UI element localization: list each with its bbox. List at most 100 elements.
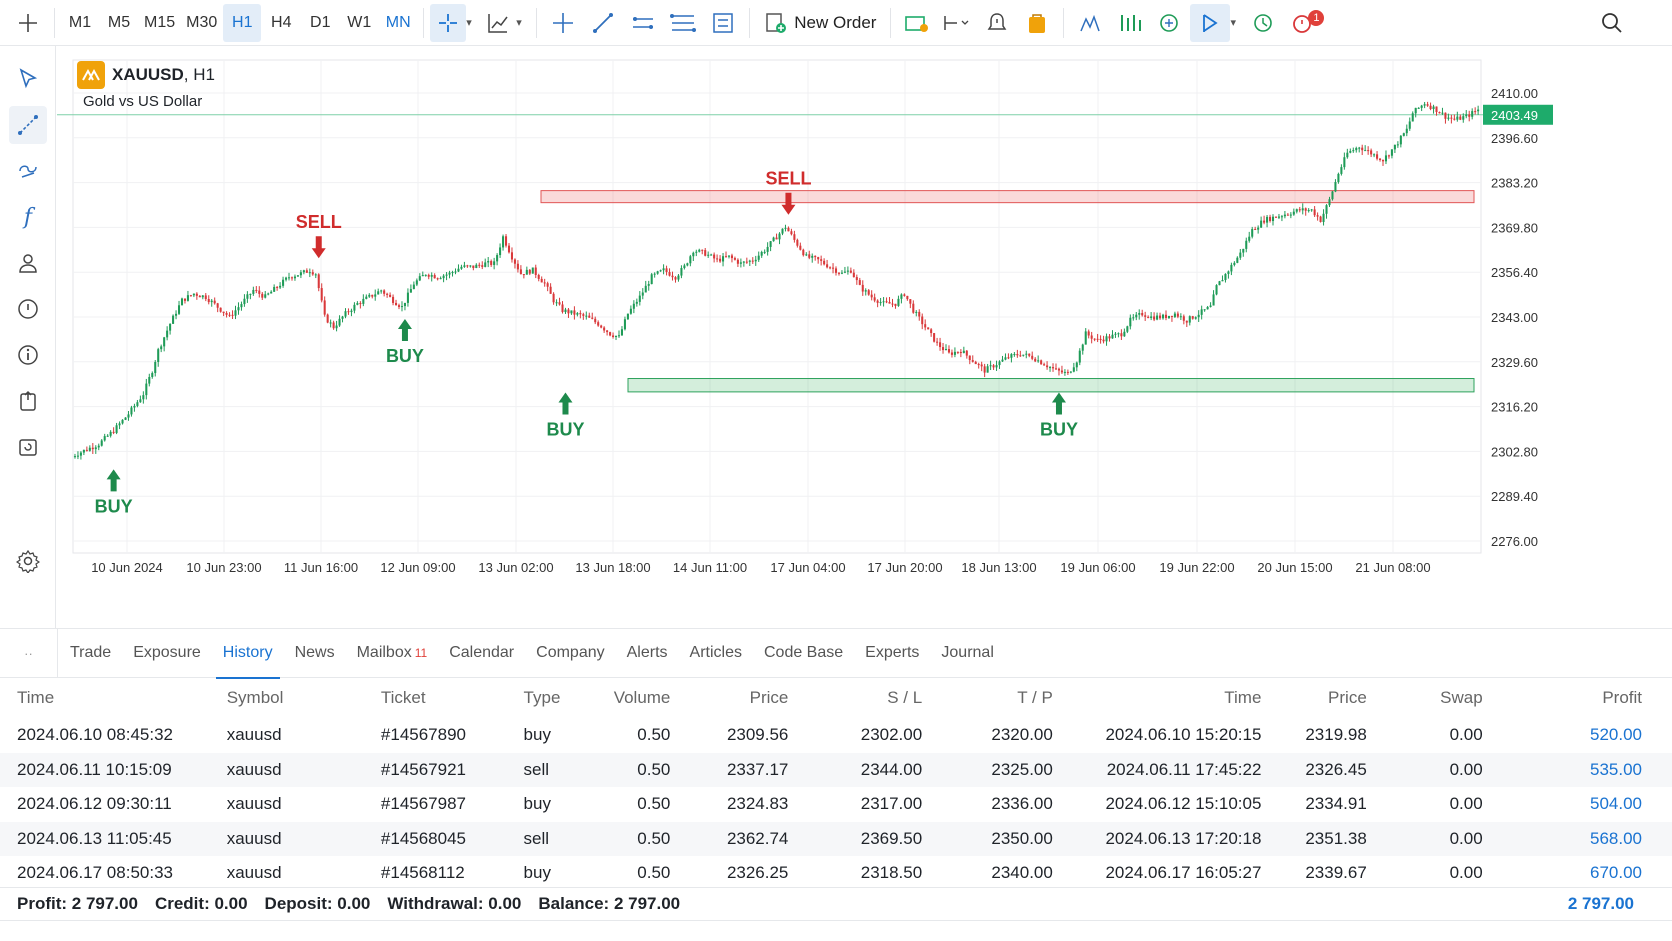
refresh-icon[interactable] [9, 428, 47, 466]
info-icon[interactable] [9, 336, 47, 374]
candle-body [1361, 147, 1364, 151]
chart-canvas[interactable]: BUY SELL BUY SELL BUY BUY 2410.00 2396.60 2383.… [57, 47, 1672, 627]
chevron-down-icon[interactable]: ▾ [466, 16, 480, 29]
shapes-icon[interactable] [9, 152, 47, 190]
timeframe-m1[interactable]: M1 [61, 4, 99, 42]
y-tick-label: 2316.20 [1491, 400, 1538, 415]
column-header[interactable]: Swap [1375, 678, 1491, 718]
channel-icon[interactable] [623, 4, 663, 42]
export-icon[interactable] [9, 382, 47, 420]
column-header[interactable]: T / P [930, 678, 1061, 718]
new-order-button[interactable]: New Order [756, 4, 884, 42]
tab-exposure[interactable]: Exposure [122, 629, 212, 678]
tab-company[interactable]: Company [525, 629, 615, 678]
candle-body [296, 275, 299, 277]
signals-icon[interactable] [1070, 4, 1110, 42]
trade-levels-icon[interactable] [937, 4, 977, 42]
indicators-icon[interactable] [1110, 4, 1150, 42]
candle-body [796, 239, 799, 246]
algo-trading-icon[interactable] [1190, 3, 1231, 42]
market-icon[interactable] [1017, 4, 1057, 42]
candle-body [1200, 309, 1203, 315]
candle-body [1153, 316, 1156, 320]
column-header[interactable]: Profit [1491, 678, 1672, 718]
tab-alerts[interactable]: Alerts [616, 629, 679, 678]
candle-body [1331, 191, 1334, 200]
timeframe-m5[interactable]: M5 [100, 4, 138, 42]
tab-journal[interactable]: Journal [930, 629, 1004, 678]
column-header[interactable]: Type [482, 678, 574, 718]
notifications-icon[interactable]: 1 [1284, 4, 1325, 42]
column-header[interactable]: Ticket [333, 678, 482, 718]
search-icon[interactable] [1592, 4, 1632, 42]
table-cell: 2024.06.12 15:10:05 [1105, 794, 1262, 814]
candle-body [1322, 213, 1325, 222]
column-header[interactable]: Time [1061, 678, 1270, 718]
account-icon[interactable] [9, 244, 47, 282]
candle-body [1182, 316, 1185, 321]
table-row[interactable]: 2024.06.10 08:45:32 xauusd #14567890 buy 0.5… [0, 718, 1672, 753]
timeframe-h1[interactable]: H1 [223, 3, 262, 42]
alarm-icon[interactable] [977, 4, 1017, 42]
cursor-arrow-icon[interactable] [9, 60, 47, 98]
panel-drag-handle-icon[interactable]: ·· [0, 628, 58, 678]
candle-body [100, 440, 103, 446]
tab-mailbox[interactable]: Mailbox 11 [346, 629, 439, 678]
candle-body [1393, 144, 1396, 150]
tab-code-base[interactable]: Code Base [753, 629, 854, 678]
candle-body [475, 264, 478, 269]
chevron-down-icon[interactable]: ▾ [516, 16, 530, 29]
candle-body [944, 349, 948, 351]
candle-body [1432, 106, 1435, 110]
objects-list-icon[interactable] [703, 4, 743, 42]
table-row[interactable]: 2024.06.12 09:30:11 xauusd #14567987 buy 0.5… [0, 787, 1672, 822]
candle-body [175, 313, 178, 316]
vps-icon[interactable] [1150, 4, 1190, 42]
column-header[interactable]: S / L [796, 678, 930, 718]
price-chart[interactable]: BUY SELL BUY SELL BUY BUY 2410.00 2396.60 2383.… [57, 47, 1672, 627]
toolbar-separator [54, 7, 55, 38]
timeframe-d1[interactable]: D1 [301, 4, 339, 42]
candle-body [154, 361, 157, 374]
chart-type-icon[interactable] [480, 4, 516, 42]
trendline-icon[interactable] [583, 4, 623, 42]
tab-news[interactable]: News [284, 629, 346, 678]
chevron-down-icon[interactable]: ▾ [1230, 16, 1244, 29]
candle-body [189, 295, 192, 297]
crosshair-draw-icon[interactable] [543, 4, 583, 42]
column-header[interactable]: Time [0, 678, 211, 718]
column-header[interactable]: Price [678, 678, 796, 718]
candle-body [374, 294, 377, 297]
table-row[interactable]: 2024.06.17 08:50:33 xauusd #14568112 buy 0.5… [0, 856, 1672, 891]
crosshair-tool-icon[interactable] [430, 3, 467, 42]
settings-gear-icon[interactable] [9, 542, 47, 580]
table-row[interactable]: 2024.06.13 11:05:45 xauusd #14568045 sell 0.… [0, 821, 1672, 856]
tab-articles[interactable]: Articles [679, 629, 753, 678]
function-icon[interactable]: f [9, 198, 47, 236]
timeframe-m30[interactable]: M30 [181, 4, 222, 42]
table-cell: 520.00 [1590, 725, 1642, 745]
column-header[interactable]: Symbol [211, 678, 333, 718]
candle-body [1159, 315, 1162, 319]
fibonacci-icon[interactable] [663, 4, 703, 42]
timeframe-w1[interactable]: W1 [340, 4, 378, 42]
tab-trade[interactable]: Trade [59, 629, 122, 678]
tab-experts[interactable]: Experts [854, 629, 930, 678]
tab-calendar[interactable]: Calendar [438, 629, 525, 678]
timeframe-m15[interactable]: M15 [139, 4, 180, 42]
timeframe-mn[interactable]: MN [379, 4, 417, 42]
table-row[interactable]: 2024.06.11 10:15:09 xauusd #14567921 sell 0.… [0, 752, 1672, 787]
column-header[interactable]: Price [1269, 678, 1374, 718]
candle-body [775, 237, 778, 240]
one-click-trading-icon[interactable] [897, 4, 937, 42]
table-cell: 2024.06.13 11:05:45 [0, 821, 211, 856]
drawing-tools-icon[interactable] [9, 106, 47, 144]
column-header[interactable]: Volume [573, 678, 678, 718]
timeframe-h4[interactable]: H4 [262, 4, 300, 42]
candle-body [243, 298, 246, 305]
tab-history[interactable]: History [212, 629, 284, 679]
candle-body [719, 258, 722, 262]
strategy-tester-icon[interactable] [1244, 4, 1284, 42]
crosshair-menu-icon[interactable] [8, 4, 48, 42]
history-icon[interactable] [9, 290, 47, 328]
